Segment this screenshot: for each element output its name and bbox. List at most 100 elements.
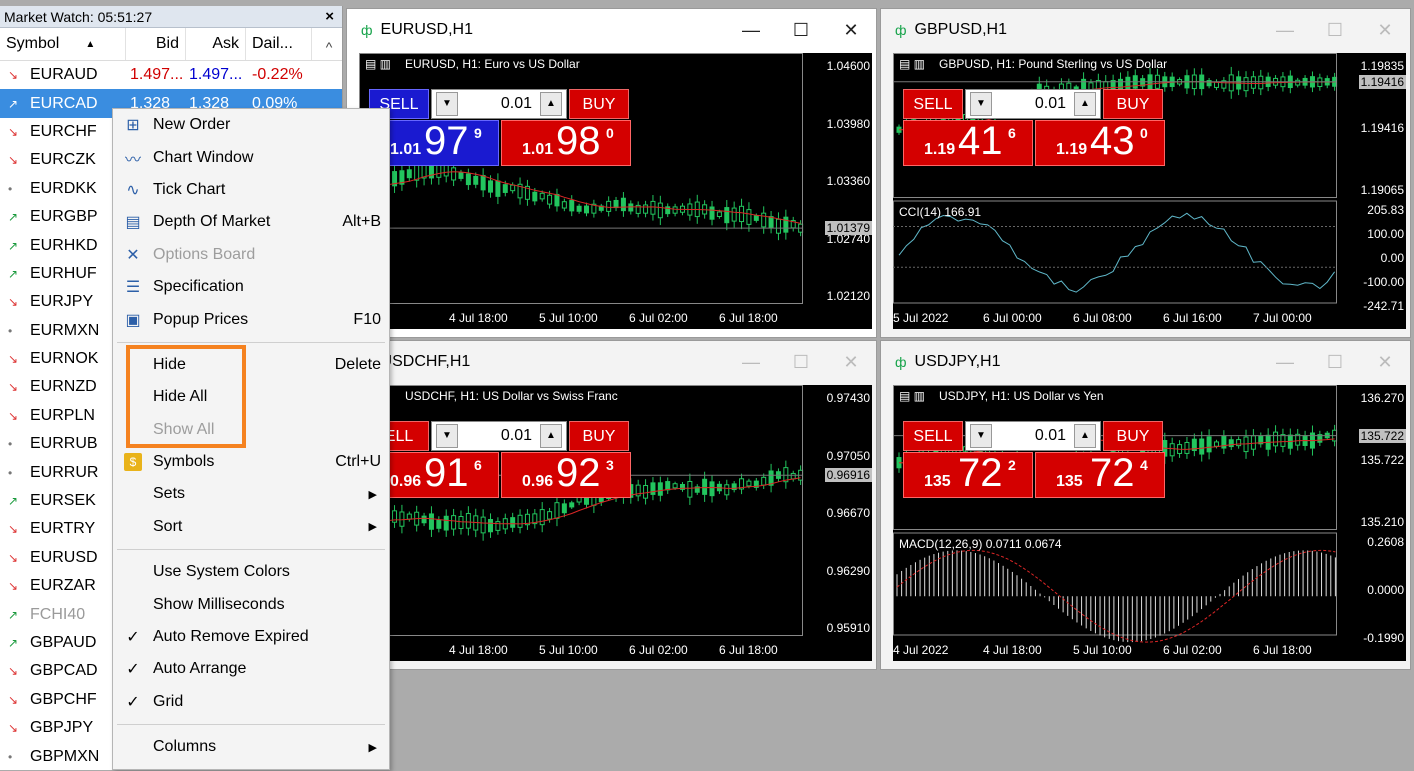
candle-body	[554, 193, 560, 207]
maximize-icon[interactable]: ☐	[776, 341, 826, 383]
sell-button[interactable]: SELL	[903, 89, 963, 119]
ask-price-box[interactable]: 0.96 92 3	[501, 451, 631, 498]
close-icon[interactable]: ×	[325, 6, 334, 28]
column-symbol[interactable]: Symbol ▲	[0, 28, 126, 60]
candle-body	[1184, 441, 1190, 454]
candle-body	[1236, 439, 1242, 447]
menu-item-auto-remove-expired[interactable]: ✓ Auto Remove Expired	[113, 621, 389, 653]
candle-body	[1213, 441, 1219, 447]
scroll-up-icon[interactable]: ^	[316, 34, 342, 60]
volume-input[interactable]: ▼ 0.01 ▲	[431, 89, 567, 119]
sell-button[interactable]: SELL	[903, 421, 963, 451]
chart-title: EURUSD,H1	[380, 21, 473, 38]
maximize-icon[interactable]: ☐	[1310, 9, 1360, 51]
popup-prices-icon: ▣	[125, 311, 141, 329]
buy-button[interactable]: BUY	[569, 89, 629, 119]
menu-item-grid[interactable]: ✓ Grid	[113, 686, 389, 718]
buy-button[interactable]: BUY	[1103, 421, 1163, 451]
menu-item-specification[interactable]: ☰ Specification	[113, 271, 389, 303]
increase-icon[interactable]: ▲	[1074, 92, 1096, 116]
menu-item-hide-all[interactable]: Hide All	[113, 381, 389, 413]
minimize-icon[interactable]: —	[1260, 341, 1310, 383]
candle-body	[724, 484, 730, 496]
symbol-name: EURHKD	[30, 236, 98, 254]
minimize-icon[interactable]: —	[1260, 9, 1310, 51]
increase-icon[interactable]: ▲	[540, 424, 562, 448]
chart-plot[interactable]: ▤ ▥ USDJPY, H1: US Dollar vs Yen MACD(12…	[893, 385, 1406, 661]
ask-price-box[interactable]: 1.01 98 0	[501, 119, 631, 166]
dropdown-icon[interactable]: ▼	[436, 92, 458, 116]
menu-item-new-order[interactable]: ⊞ New Order	[113, 109, 389, 141]
buy-button[interactable]: BUY	[1103, 89, 1163, 119]
close-icon[interactable]: ✕	[1360, 341, 1410, 383]
trend-down-icon: ↘	[8, 522, 19, 537]
menu-item-label: Auto Arrange	[153, 660, 247, 678]
menu-item-use-system-colors[interactable]: Use System Colors	[113, 556, 389, 588]
chart-plot[interactable]: ▤ ▥ EURUSD, H1: Euro vs US Dollar 1.0460…	[359, 53, 872, 329]
increase-icon[interactable]: ▲	[540, 92, 562, 116]
menu-item-chart-window[interactable]: 〰 Chart Window	[113, 141, 389, 173]
price-axis-label: 135.722	[1360, 453, 1404, 467]
menu-item-auto-arrange[interactable]: ✓ Auto Arrange	[113, 653, 389, 685]
chart-window-eurusd[interactable]: ф EURUSD,H1 — ☐ ✕ ▤ ▥ EURUSD, H1: Euro vs …	[346, 8, 877, 338]
column-bid[interactable]: Bid	[126, 28, 186, 60]
candle-body	[768, 216, 774, 229]
chart-titlebar: ф EURUSD,H1 — ☐ ✕	[347, 9, 876, 51]
market-watch-header: Symbol ▲ Bid Ask Dail...	[0, 28, 342, 61]
time-axis-label: 5 Jul 10:00	[539, 311, 598, 325]
close-icon[interactable]: ✕	[826, 341, 876, 383]
buy-button[interactable]: BUY	[569, 421, 629, 451]
volume-input[interactable]: ▼ 0.01 ▲	[965, 421, 1101, 451]
chart-window-usdchf[interactable]: ф USDCHF,H1 —☐✕ ▤ ▥ USDCHF, H1: US Dolla…	[346, 340, 877, 670]
price-axis-label: 0.96670	[826, 506, 870, 520]
ask-price-box[interactable]: 135 72 4	[1035, 451, 1165, 498]
increase-icon[interactable]: ▲	[1074, 424, 1096, 448]
menu-item-tick-chart[interactable]: ∿ Tick Chart	[113, 174, 389, 206]
column-ask[interactable]: Ask	[186, 28, 246, 60]
ask-price-small: 1.19	[1056, 141, 1088, 158]
menu-item-symbols[interactable]: $ Symbols Ctrl+U	[113, 446, 389, 478]
symbol-row-euraud[interactable]: ↘ EURAUD 1.497... 1.497... -0.22%	[0, 61, 342, 89]
dropdown-icon[interactable]: ▼	[436, 424, 458, 448]
menu-item-sort[interactable]: Sort ▶	[113, 511, 389, 543]
menu-item-show-milliseconds[interactable]: Show Milliseconds	[113, 588, 389, 620]
volume-input[interactable]: ▼ 0.01 ▲	[431, 421, 567, 451]
minimize-icon[interactable]: —	[726, 341, 776, 383]
submenu-arrow-icon: ▶	[368, 741, 377, 754]
dropdown-icon[interactable]: ▼	[970, 424, 992, 448]
bid-price-box[interactable]: 135 72 2	[903, 451, 1033, 498]
minimize-icon[interactable]: —	[726, 9, 776, 51]
menu-item-depth-of-market[interactable]: ▤ Depth Of Market Alt+B	[113, 206, 389, 238]
menu-item-popup-prices[interactable]: ▣ Popup Prices F10	[113, 303, 389, 335]
volume-input[interactable]: ▼ 0.01 ▲	[965, 89, 1101, 119]
submenu-arrow-icon: ▶	[368, 488, 377, 501]
candle-body	[488, 519, 494, 533]
menu-item-options-board[interactable]: ✕ Options Board	[113, 239, 389, 271]
close-icon[interactable]: ✕	[1360, 9, 1410, 51]
symbol-name: EURCHF	[30, 122, 97, 140]
chart-window-usdjpy[interactable]: ф USDJPY,H1 — ☐ ✕ ▤ ▥ USDJPY, H1: US Dolla…	[880, 340, 1411, 670]
price-axis-label: 1.19065	[1360, 183, 1404, 197]
close-icon[interactable]: ✕	[826, 9, 876, 51]
bid-price-box[interactable]: 1.19 41 6	[903, 119, 1033, 166]
candle-body	[569, 199, 575, 212]
one-click-trading-panel: SELL ▼ 0.01 ▲ BUY 1.19 41 6 1.19 43 0	[903, 89, 1165, 175]
menu-item-sets[interactable]: Sets ▶	[113, 478, 389, 510]
ask-price-box[interactable]: 1.19 43 0	[1035, 119, 1165, 166]
maximize-icon[interactable]: ☐	[776, 9, 826, 51]
menu-item-hide[interactable]: Hide Delete	[113, 349, 389, 381]
menu-item-show-all[interactable]: Show All	[113, 414, 389, 446]
dropdown-icon[interactable]: ▼	[970, 92, 992, 116]
chart-plot[interactable]: ▤ ▥ USDCHF, H1: US Dollar vs Swiss Franc…	[359, 385, 872, 661]
column-daily[interactable]: Dail...	[246, 28, 312, 60]
chart-titlebar: ф USDJPY,H1 — ☐ ✕	[881, 341, 1410, 383]
candle-body	[451, 515, 457, 530]
maximize-icon[interactable]: ☐	[1310, 341, 1360, 383]
trend-down-icon: ↘	[8, 692, 19, 707]
chart-window-gbpusd[interactable]: ф GBPUSD,H1 — ☐ ✕ ▤ ▥ GBPUSD, H1: Pound St…	[880, 8, 1411, 338]
menu-item-columns[interactable]: Columns ▶	[113, 731, 389, 763]
chart-plot[interactable]: ▤ ▥ GBPUSD, H1: Pound Sterling vs US Dol…	[893, 53, 1406, 329]
indicator-label: CCI(14) 166.91	[899, 205, 982, 219]
candle-body	[399, 511, 405, 527]
bid-price-small: 135	[924, 473, 951, 490]
